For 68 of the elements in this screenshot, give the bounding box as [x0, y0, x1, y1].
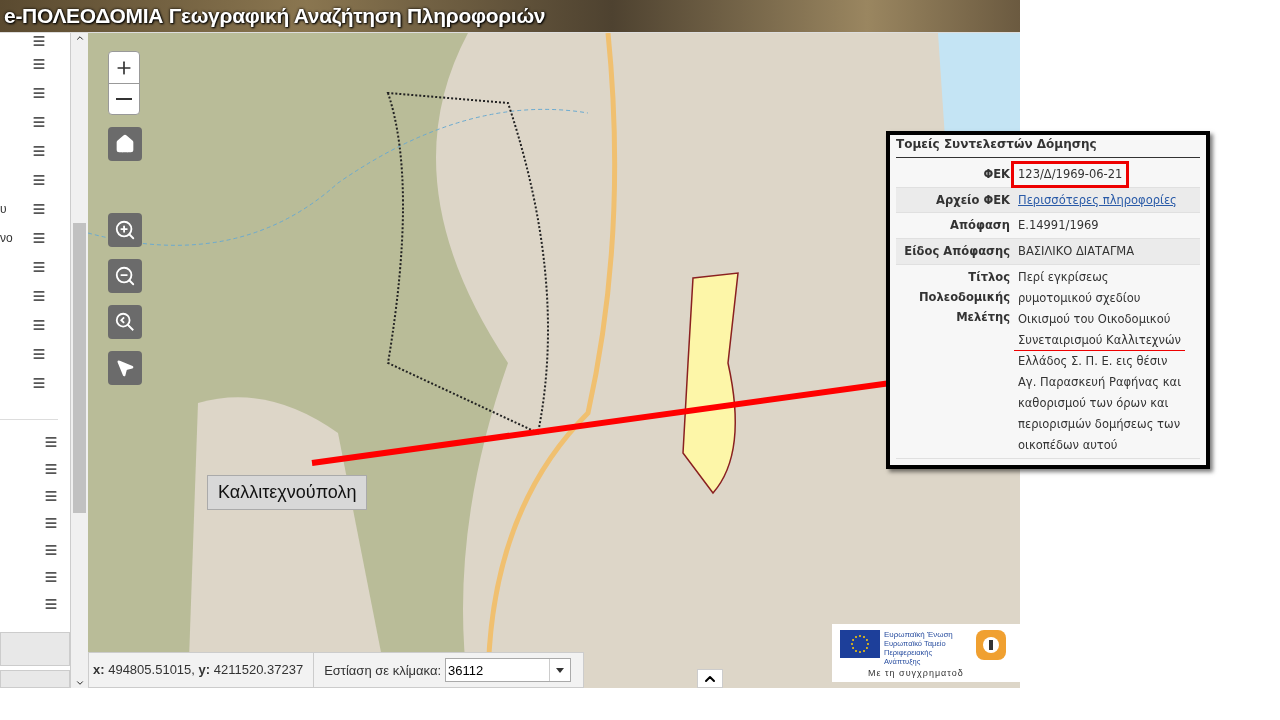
zoning-area[interactable] — [682, 272, 739, 494]
more-info-link[interactable]: Περισσότερες πληροφορίες — [1014, 190, 1181, 210]
menu-icon[interactable] — [32, 172, 46, 187]
field-value: Συνεταιρισμού Καλλιτεχνών — [1014, 330, 1185, 351]
field-value: Ε.14991/1969 — [1017, 217, 1100, 234]
field-value: ρυμοτομικού σχεδίου — [1017, 290, 1142, 307]
menu-icon[interactable] — [44, 569, 58, 584]
field-label: Είδος Απόφασης — [903, 243, 1010, 260]
eu-title: Ευρωπαϊκή Ένωση — [884, 630, 954, 639]
field-value: καθορισμού των όρων και — [1017, 395, 1170, 412]
coordinates-text: x: 494805.51015, y: 4211520.37237 — [89, 653, 315, 687]
zoom-in-icon — [114, 219, 136, 241]
popup-title: Τομείς Συντελεστών Δόμησης — [896, 135, 1200, 158]
menu-icon[interactable] — [32, 56, 46, 71]
zoom-out-icon — [114, 265, 136, 287]
app-title: e-ΠΟΛΕΟΔΟΜΙΑ Γεωγραφική Αναζήτηση Πληροφοριών — [4, 4, 546, 28]
pointer-icon — [115, 358, 135, 378]
field-value: οικοπέδων αυτού — [1017, 437, 1119, 454]
menu-icon[interactable] — [44, 596, 58, 611]
field-value: Περί εγκρίσεως — [1017, 269, 1110, 286]
field-value: ΒΑΣΙΛΙΚΟ ΔΙΑΤΑΓΜΑ — [1017, 243, 1136, 260]
layer-label: υ — [0, 201, 7, 216]
menu-icon[interactable] — [32, 34, 46, 48]
program-logo-icon — [976, 630, 1006, 660]
scale-select[interactable]: 36112 — [445, 658, 572, 682]
scroll-up-icon[interactable] — [74, 33, 85, 43]
scroll-thumb[interactable] — [73, 223, 86, 513]
menu-icon[interactable] — [32, 288, 46, 303]
menu-icon[interactable] — [32, 114, 46, 129]
place-label: Καλλιτεχνούπολη — [207, 475, 368, 510]
field-label: Απόφαση — [949, 217, 1010, 234]
zoom-out-tool-button[interactable] — [108, 259, 142, 293]
menu-icon[interactable] — [32, 375, 46, 390]
menu-icon[interactable] — [32, 201, 46, 216]
menu-icon[interactable] — [44, 542, 58, 557]
caret-icon — [556, 667, 565, 673]
field-value: Αγ. Παρασκευή Ραφήνας και — [1017, 374, 1183, 391]
field-value: 123/Δ/1969-06-21 — [1014, 164, 1127, 185]
home-icon — [115, 134, 135, 154]
menu-icon[interactable] — [32, 85, 46, 100]
scroll-down-icon[interactable] — [74, 678, 85, 688]
home-button[interactable] — [108, 127, 142, 161]
field-value: περιορισμών δομήσεως των — [1017, 416, 1182, 433]
zoom-in-tool-button[interactable] — [108, 213, 142, 247]
layer-label: νο — [0, 230, 13, 245]
expand-button[interactable] — [697, 669, 723, 688]
menu-icon[interactable] — [44, 461, 58, 476]
minus-icon — [116, 98, 132, 100]
menu-icon[interactable] — [44, 515, 58, 530]
menu-icon[interactable] — [32, 259, 46, 274]
menu-icon[interactable] — [32, 143, 46, 158]
scale-label: Εστίαση σε κλίμακα: — [323, 662, 443, 678]
menu-icon[interactable] — [44, 488, 58, 503]
eu-flag-icon — [840, 630, 880, 658]
menu-icon[interactable] — [32, 230, 46, 245]
field-value: Οικισμού του Οικοδομικού — [1017, 311, 1172, 328]
select-button[interactable] — [108, 351, 142, 385]
scrollbar[interactable] — [71, 33, 88, 688]
field-value: Ελλάδος Σ. Π. Ε. εις θέσιν — [1017, 353, 1169, 370]
menu-icon[interactable] — [44, 434, 58, 449]
cofunding-text: Με τη συγχρηματοδ — [868, 668, 965, 678]
field-label: Τίτλος Πολεοδομικής Μελέτης — [917, 269, 1010, 326]
menu-icon[interactable] — [32, 317, 46, 332]
menu-icon[interactable] — [32, 346, 46, 361]
field-label: Αρχείο ΦΕΚ — [935, 192, 1010, 209]
field-label: ΦΕΚ — [982, 166, 1010, 183]
previous-extent-button[interactable] — [108, 305, 142, 339]
magnifier-back-icon — [114, 311, 136, 333]
